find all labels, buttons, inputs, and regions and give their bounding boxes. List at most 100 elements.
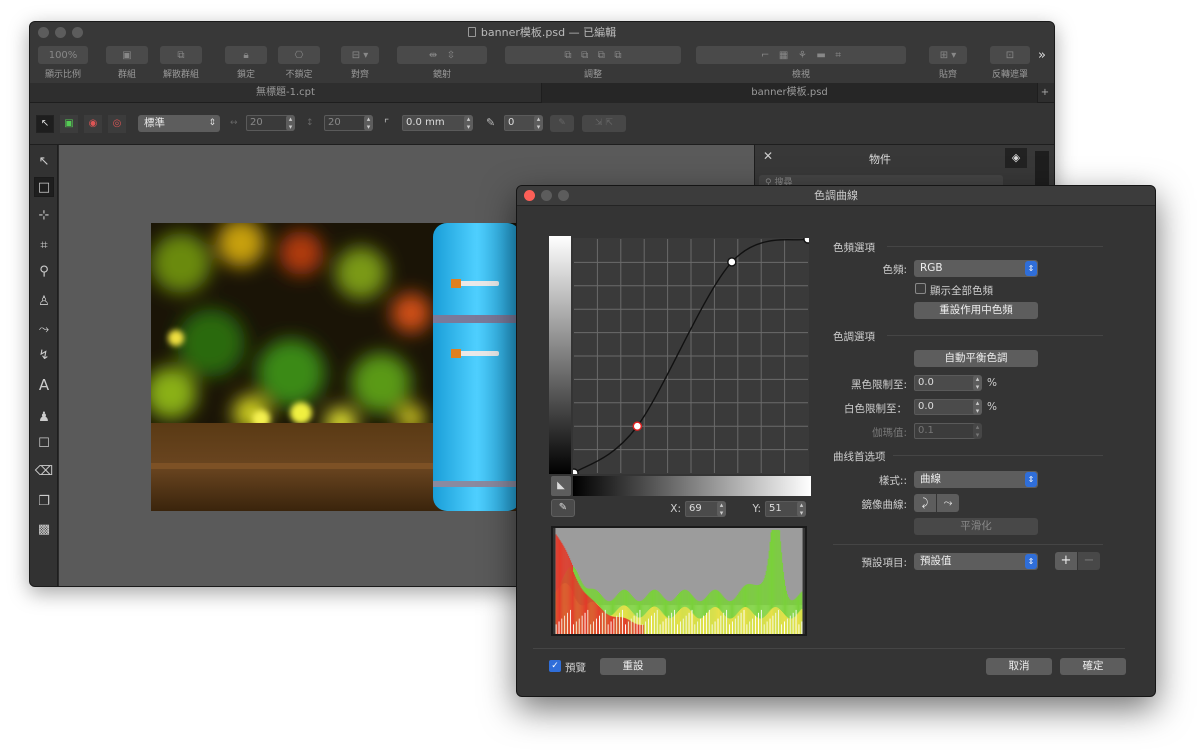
brush-tool-icon[interactable]: ♙ (34, 291, 54, 311)
corner-stepper[interactable]: ▴ ▾ (464, 115, 473, 131)
eyedropper-icon[interactable]: ✎ (550, 115, 574, 132)
preview-label: 預覽 (565, 662, 586, 674)
preset-select[interactable]: 預設值 ⇕ (914, 553, 1038, 570)
shape-tool-icon[interactable]: ⤳ (34, 319, 54, 339)
x-input[interactable]: 69 (685, 501, 721, 517)
toolbar-zoom[interactable]: 100% 顯示比例 (36, 46, 90, 80)
ungroup-icon[interactable]: ⧉ (160, 46, 202, 64)
style-select[interactable]: 標準 ⇕ (138, 115, 220, 132)
lock-icon[interactable]: 🔒︎ (225, 46, 267, 64)
histogram-bar (785, 616, 787, 634)
group-icon[interactable]: ▣ (106, 46, 148, 64)
style-select[interactable]: 曲線 ⇕ (914, 471, 1038, 488)
eyedropper-button[interactable]: ✎ (551, 499, 575, 517)
toolbar-mirror[interactable]: ⇹ ⇳ 鏡射 (397, 46, 487, 80)
histogram-bar (661, 612, 663, 634)
frame-tool-icon[interactable]: ☐ (34, 433, 54, 453)
histogram-bar (681, 607, 683, 634)
histogram-bar (564, 615, 566, 634)
close-window-button[interactable] (38, 27, 49, 38)
align-icon[interactable]: ⊟ ▾ (341, 46, 379, 64)
rectangle-tool-icon[interactable]: □ (34, 177, 54, 197)
zoom-select[interactable]: 100% (38, 46, 88, 64)
zoom-window-button[interactable] (72, 27, 83, 38)
crop-tool-icon[interactable]: ⌗ (34, 235, 54, 255)
auto-balance-button[interactable]: 自動平衡色調 (914, 350, 1038, 367)
toolbar-align[interactable]: ⊟ ▾ 對齊 (335, 46, 385, 80)
invert-mask-icon[interactable]: ⊡ (990, 46, 1030, 64)
scale-icon[interactable]: ⇲ ⇱ (582, 115, 626, 132)
tab-banner[interactable]: banner模板.psd (542, 83, 1038, 103)
cancel-button[interactable]: 取消 (986, 658, 1052, 675)
triangle-icon[interactable]: ◣ (551, 476, 571, 496)
overflow-icon[interactable]: » (1038, 48, 1046, 63)
outline-stepper[interactable]: ▴ ▾ (534, 115, 543, 131)
pen-tool-icon[interactable]: ♟ (34, 407, 54, 427)
height-stepper[interactable]: ▴ ▾ (364, 115, 373, 131)
toolbar-lock[interactable]: 🔒︎ 鎖定 (218, 46, 274, 80)
snap-icon[interactable]: ⊞ ▾ (929, 46, 967, 64)
smooth-button[interactable]: 平滑化 (914, 518, 1038, 535)
smudge-tool-icon[interactable]: ↯ (34, 345, 54, 365)
toolbar-arrange[interactable]: ⧉ ⧉ ⧉ ⧉ 調整 (505, 46, 681, 80)
curve-point[interactable] (573, 468, 579, 474)
black-clip-input[interactable]: 0.0 (914, 375, 978, 391)
close-panel-icon[interactable]: ✕ (763, 149, 773, 163)
curve-point[interactable] (727, 257, 737, 267)
ellipse-mode-icon[interactable]: ◉ (84, 115, 102, 133)
gamma-stepper[interactable]: ▴ ▾ (973, 423, 982, 439)
view-icon[interactable]: ⌐ ▦ ⚘ ▬ ⌗ (696, 46, 906, 64)
layers-icon[interactable]: ◈ (1005, 148, 1027, 168)
add-preset-icon[interactable]: + (1055, 552, 1077, 570)
add-tab-icon[interactable]: + (1036, 83, 1054, 103)
mirror-icon[interactable]: ⇹ ⇳ (397, 46, 487, 64)
histogram-bar (733, 616, 735, 634)
gamma-input[interactable]: 0.1 (914, 423, 978, 439)
show-all-checkbox[interactable] (915, 283, 926, 294)
y-input[interactable]: 51 (765, 501, 801, 517)
rect-mode-icon[interactable]: ▣ (60, 115, 78, 133)
dialog-minimize-button[interactable] (541, 190, 552, 201)
tab-untitled[interactable]: 無標題-1.cpt (30, 83, 542, 103)
toolbar-invert-mask[interactable]: ⊡ 反轉遮罩 (983, 46, 1037, 80)
polygon-mode-icon[interactable]: ◎ (108, 115, 126, 133)
y-stepper[interactable]: ▴ ▾ (797, 501, 806, 517)
mirror-horizontal-icon[interactable]: ⤸ (914, 494, 936, 512)
eraser-tool-icon[interactable]: ⌫ (34, 461, 54, 481)
dialog-zoom-button[interactable] (558, 190, 569, 201)
transparency-tool-icon[interactable]: ▩ (34, 519, 54, 539)
toolbar-group[interactable]: ▣ 群組 (94, 46, 160, 80)
reset-channel-button[interactable]: 重設作用中色頻 (914, 302, 1038, 319)
curve-point[interactable] (803, 238, 809, 244)
select-tool-mode-icon[interactable]: ↖ (36, 115, 54, 133)
width-stepper[interactable]: ▴ ▾ (286, 115, 295, 131)
arrange-icon[interactable]: ⧉ ⧉ ⧉ ⧉ (505, 46, 681, 64)
toolbar-snap[interactable]: ⊞ ▾ 貼齊 (925, 46, 971, 80)
black-clip-stepper[interactable]: ▴ ▾ (973, 375, 982, 391)
histogram-bar (714, 621, 716, 634)
white-clip-input[interactable]: 0.0 (914, 399, 978, 415)
minimize-window-button[interactable] (55, 27, 66, 38)
curve-point-selected[interactable] (632, 421, 643, 431)
pick-tool-icon[interactable]: ↖ (34, 151, 54, 171)
zoom-tool-icon[interactable]: ⚲ (34, 261, 54, 281)
reset-button[interactable]: 重設 (600, 658, 666, 675)
mirror-vertical-icon[interactable]: ⤳ (937, 494, 959, 512)
corner-input[interactable]: 0.0 mm (402, 115, 472, 131)
preview-checkbox[interactable]: ✓ (549, 660, 561, 672)
property-bar: ↖ ▣ ◉ ◎ 標準 ⇕ ↔ 20 ▴ ▾ ↕ 20 ▴ ▾ ⌜ 0.0 mm ▴ ▾… (30, 103, 1054, 145)
toolbar-view[interactable]: ⌐ ▦ ⚘ ▬ ⌗ 檢視 (696, 46, 906, 80)
x-stepper[interactable]: ▴ ▾ (717, 501, 726, 517)
node-tool-icon[interactable]: ⊹ (34, 205, 54, 225)
shadow-tool-icon[interactable]: ❐ (34, 491, 54, 511)
channel-select[interactable]: RGB ⇕ (914, 260, 1038, 277)
curve-graph[interactable] (573, 238, 809, 474)
toolbar-unlock[interactable]: ⎔ 不鎖定 (271, 46, 327, 80)
unlock-icon[interactable]: ⎔ (278, 46, 320, 64)
toolbar-ungroup[interactable]: ⧉ 解散群組 (152, 46, 210, 80)
remove-preset-icon[interactable]: − (1078, 552, 1100, 570)
ok-button[interactable]: 確定 (1060, 658, 1126, 675)
white-clip-stepper[interactable]: ▴ ▾ (973, 399, 982, 415)
text-tool-icon[interactable]: A (34, 375, 54, 395)
dialog-close-button[interactable] (524, 190, 535, 201)
